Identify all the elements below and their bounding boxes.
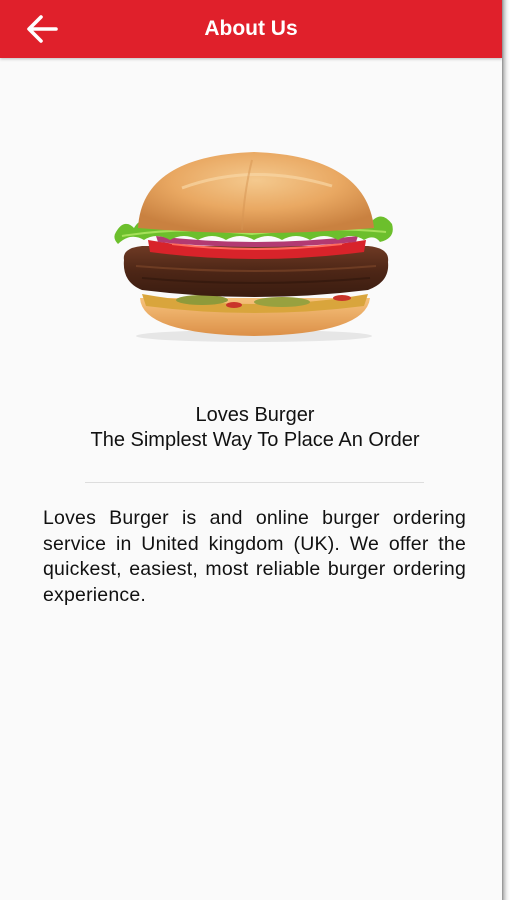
brand-tagline: The Simplest Way To Place An Order: [90, 429, 420, 451]
divider: [85, 482, 424, 483]
brand-name: Loves Burger: [195, 404, 315, 426]
back-button[interactable]: [22, 11, 62, 47]
about-screen: About Us Loves Burger The Simplest Way T…: [0, 0, 502, 900]
screen-edge: [502, 0, 510, 900]
app-bar: About Us: [0, 0, 502, 58]
about-description: Loves Burger is and online burger orderi…: [43, 507, 466, 606]
burger-image: [114, 152, 393, 342]
page-title: About Us: [204, 17, 298, 40]
arrow-left-icon: [27, 15, 58, 43]
